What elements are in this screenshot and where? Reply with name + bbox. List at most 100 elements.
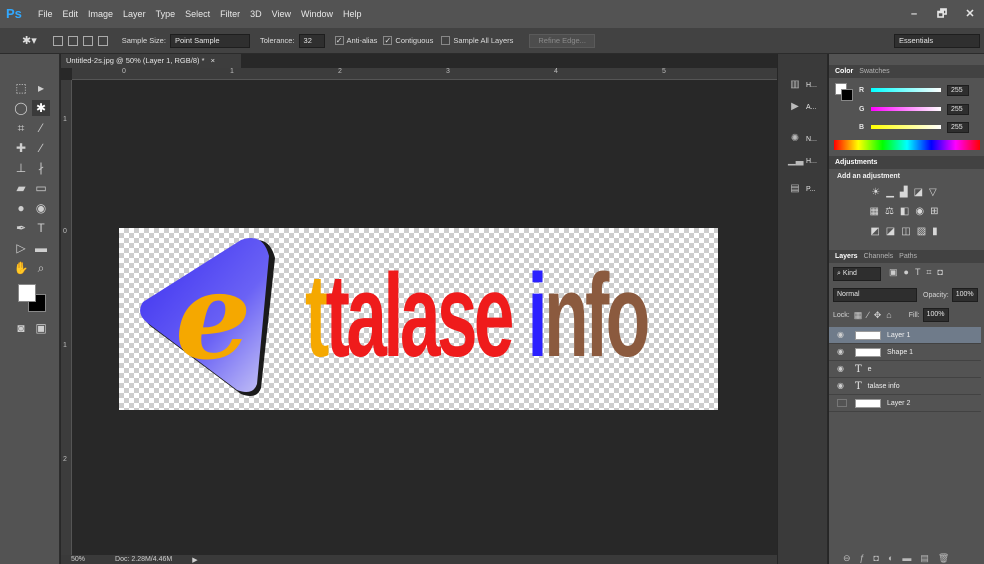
close-tab-icon[interactable]: ×	[211, 56, 215, 65]
green-slider[interactable]	[871, 107, 941, 111]
menu-image[interactable]: Image	[88, 9, 113, 19]
layer-row[interactable]: ◉ Shape 1	[829, 344, 981, 361]
blue-slider[interactable]	[871, 125, 941, 129]
dodge-tool-icon[interactable]: ◉	[32, 200, 50, 216]
layer-row[interactable]: ◉ Layer 1	[829, 327, 981, 344]
color-panel-background-swatch[interactable]	[841, 89, 853, 101]
quick-mask-icon[interactable]: ◙	[12, 320, 30, 336]
adjustment-icons-row-1[interactable]: ☀▁▟◪▽	[829, 187, 984, 201]
hand-tool-icon[interactable]: ✋	[12, 260, 30, 276]
opacity-input[interactable]: 100%	[951, 288, 978, 302]
history-brush-tool-icon[interactable]: ∤	[32, 160, 50, 176]
tolerance-input[interactable]: 32	[298, 33, 325, 48]
menu-window[interactable]: Window	[301, 9, 333, 19]
subtract-selection-icon[interactable]	[82, 35, 93, 46]
document-tab[interactable]: Untitled-2s.jpg @ 50% (Layer 1, RGB/8) *…	[61, 54, 241, 68]
color-spectrum-bar[interactable]	[834, 140, 980, 150]
crop-tool-icon[interactable]: ⌗	[12, 120, 30, 136]
dock-actions[interactable]: ▶ A...	[778, 96, 828, 118]
lock-icons[interactable]: ▦∕✥⌂	[854, 310, 897, 321]
red-value-input[interactable]: 255	[947, 84, 969, 96]
anti-alias-checkbox[interactable]: ✓	[334, 36, 344, 45]
red-slider[interactable]	[871, 88, 941, 92]
magic-wand-preset-icon[interactable]: ✱▾	[22, 34, 37, 47]
dock-histogram[interactable]: ▥ H...	[778, 74, 828, 96]
menu-3d[interactable]: 3D	[250, 9, 262, 19]
tab-swatches[interactable]: Swatches	[859, 68, 889, 75]
contiguous-checkbox[interactable]: ✓	[383, 36, 393, 45]
green-value-input[interactable]: 255	[947, 103, 969, 115]
menu-file[interactable]: File	[38, 9, 53, 19]
fill-label: Fill:	[908, 311, 920, 319]
intersect-selection-icon[interactable]	[97, 35, 108, 46]
fill-input[interactable]: 100%	[922, 308, 949, 322]
eye-icon[interactable]: ◉	[837, 348, 847, 356]
eyedropper-tool-icon[interactable]: ⁄	[32, 120, 50, 136]
tab-layers[interactable]: Layers	[835, 253, 858, 260]
eraser-tool-icon[interactable]: ▰	[12, 180, 30, 196]
dock-properties[interactable]: ▤ P...	[778, 178, 828, 200]
rectangle-tool-icon[interactable]: ▬	[32, 240, 50, 256]
eye-icon[interactable]: ◉	[837, 331, 847, 339]
layer-name: Layer 1	[887, 331, 911, 339]
screen-mode-icon[interactable]: ▣	[32, 320, 50, 336]
minimize-button[interactable]: –	[900, 5, 928, 23]
status-menu-arrow-icon[interactable]: ▶	[192, 556, 197, 564]
document-canvas[interactable]: e ttalase info	[119, 228, 718, 410]
menu-edit[interactable]: Edit	[63, 9, 79, 19]
magic-wand-tool-icon[interactable]: ✱	[32, 100, 50, 116]
menu-view[interactable]: View	[272, 9, 291, 19]
adjustment-icons-row-3[interactable]: ◩◪◫▨▮	[829, 226, 984, 240]
logo-letter-i: i	[527, 250, 547, 382]
clone-stamp-tool-icon[interactable]: ⊥	[12, 160, 30, 176]
adjustment-icons-row-2[interactable]: ▦⚖◧◉⊞	[829, 206, 984, 220]
tab-channels[interactable]: Channels	[864, 253, 894, 260]
layer-row[interactable]: Layer 2	[829, 395, 981, 412]
sample-size-select[interactable]: Point Sample	[169, 33, 250, 48]
marquee-tool-icon[interactable]: ⬚	[12, 80, 30, 96]
brush-tool-icon[interactable]: ∕	[32, 140, 50, 156]
menu-help[interactable]: Help	[343, 9, 362, 19]
gradient-tool-icon[interactable]: ▭	[32, 180, 50, 196]
healing-brush-tool-icon[interactable]: ✚	[12, 140, 30, 156]
add-to-selection-icon[interactable]	[67, 35, 78, 46]
blue-value-input[interactable]: 255	[947, 121, 969, 133]
menu-select[interactable]: Select	[185, 9, 210, 19]
eye-icon[interactable]: ◉	[837, 365, 847, 373]
actions-play-icon: ▶	[791, 101, 799, 112]
logo-word-talase: talase	[325, 250, 515, 382]
layer-row[interactable]: ◉ T e	[829, 361, 981, 378]
restore-button[interactable]: 🗗	[928, 5, 956, 23]
zoom-tool-icon[interactable]: ⌕	[32, 260, 50, 276]
new-selection-icon[interactable]	[52, 35, 63, 46]
canvas-area[interactable]: e ttalase info	[72, 80, 777, 555]
blur-tool-icon[interactable]: ●	[12, 200, 30, 216]
move-tool-icon[interactable]: ▸	[32, 80, 50, 96]
blend-mode-select[interactable]: Normal	[833, 288, 917, 302]
dock-navigator[interactable]: ✺ N...	[778, 128, 828, 150]
menu-layer[interactable]: Layer	[123, 9, 146, 19]
tab-paths[interactable]: Paths	[899, 253, 917, 260]
menu-type[interactable]: Type	[156, 9, 176, 19]
tab-color[interactable]: Color	[835, 68, 853, 75]
sample-all-layers-checkbox[interactable]	[441, 36, 451, 45]
layer-filter-kind-select[interactable]: ⌕ Kind	[833, 267, 881, 281]
layer-row[interactable]: ◉ T talase info	[829, 378, 981, 395]
photoshop-logo: Ps	[6, 6, 22, 21]
close-window-button[interactable]: ✕	[956, 5, 984, 23]
layer-filter-icons[interactable]: ▣●T⌗◘	[889, 267, 949, 278]
tab-adjustments[interactable]: Adjustments	[835, 159, 877, 166]
workspace-select[interactable]: Essentials	[894, 34, 980, 48]
menu-filter[interactable]: Filter	[220, 9, 240, 19]
layers-footer-icons[interactable]: ⊖ƒ◘◐▬▤🗑	[843, 553, 958, 564]
zoom-level[interactable]: 50%	[71, 556, 85, 563]
eye-icon[interactable]: ◉	[837, 382, 847, 390]
refine-edge-button[interactable]: Refine Edge...	[529, 33, 595, 48]
pen-tool-icon[interactable]: ✒	[12, 220, 30, 236]
dock-history[interactable]: ▁▃ H...	[778, 150, 828, 172]
foreground-color-swatch[interactable]	[18, 284, 36, 302]
type-tool-icon[interactable]: T	[32, 220, 50, 236]
visibility-toggle-off[interactable]	[837, 399, 847, 407]
path-selection-tool-icon[interactable]: ▷	[12, 240, 30, 256]
lasso-tool-icon[interactable]: ◯	[12, 100, 30, 116]
